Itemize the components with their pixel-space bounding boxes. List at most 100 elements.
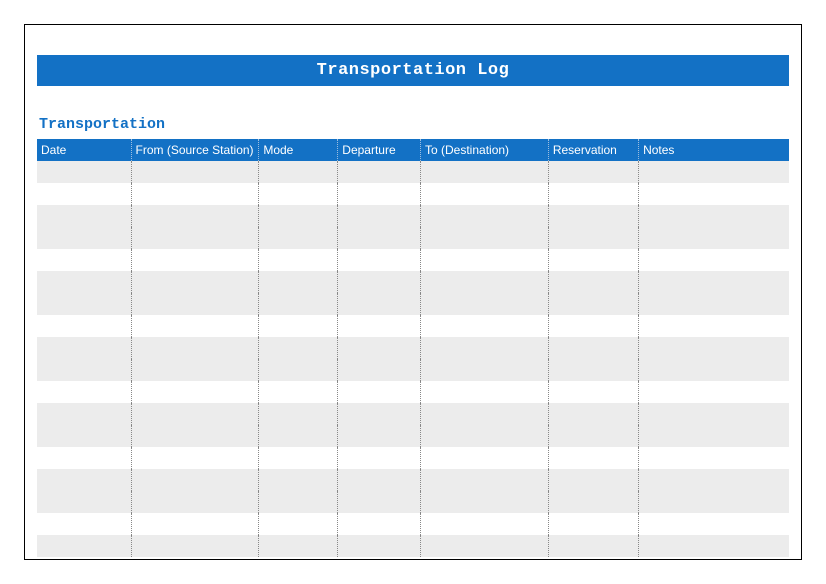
- table-cell[interactable]: [259, 183, 338, 205]
- table-cell[interactable]: [548, 161, 638, 183]
- table-cell[interactable]: [259, 425, 338, 447]
- table-cell[interactable]: [259, 293, 338, 315]
- table-cell[interactable]: [338, 513, 421, 535]
- table-cell[interactable]: [338, 337, 421, 359]
- table-cell[interactable]: [548, 183, 638, 205]
- table-cell[interactable]: [639, 337, 789, 359]
- table-cell[interactable]: [421, 315, 549, 337]
- table-cell[interactable]: [421, 161, 549, 183]
- table-cell[interactable]: [421, 513, 549, 535]
- table-cell[interactable]: [639, 469, 789, 491]
- table-cell[interactable]: [639, 315, 789, 337]
- table-cell[interactable]: [37, 359, 131, 381]
- table-cell[interactable]: [639, 425, 789, 447]
- table-cell[interactable]: [421, 293, 549, 315]
- table-cell[interactable]: [548, 293, 638, 315]
- table-cell[interactable]: [421, 535, 549, 557]
- table-cell[interactable]: [131, 183, 259, 205]
- table-cell[interactable]: [37, 513, 131, 535]
- table-cell[interactable]: [639, 403, 789, 425]
- table-cell[interactable]: [421, 227, 549, 249]
- table-cell[interactable]: [639, 293, 789, 315]
- table-cell[interactable]: [421, 337, 549, 359]
- table-cell[interactable]: [548, 271, 638, 293]
- table-cell[interactable]: [548, 425, 638, 447]
- table-cell[interactable]: [131, 337, 259, 359]
- table-cell[interactable]: [639, 513, 789, 535]
- table-cell[interactable]: [548, 535, 638, 557]
- table-cell[interactable]: [338, 469, 421, 491]
- table-cell[interactable]: [421, 469, 549, 491]
- table-cell[interactable]: [548, 249, 638, 271]
- table-cell[interactable]: [131, 469, 259, 491]
- table-cell[interactable]: [37, 337, 131, 359]
- table-cell[interactable]: [338, 205, 421, 227]
- table-cell[interactable]: [421, 403, 549, 425]
- table-cell[interactable]: [338, 271, 421, 293]
- table-cell[interactable]: [131, 381, 259, 403]
- table-cell[interactable]: [131, 425, 259, 447]
- table-cell[interactable]: [131, 161, 259, 183]
- table-cell[interactable]: [37, 447, 131, 469]
- table-cell[interactable]: [639, 447, 789, 469]
- table-cell[interactable]: [338, 315, 421, 337]
- table-cell[interactable]: [548, 381, 638, 403]
- table-cell[interactable]: [131, 227, 259, 249]
- table-cell[interactable]: [259, 249, 338, 271]
- table-cell[interactable]: [259, 315, 338, 337]
- table-cell[interactable]: [338, 161, 421, 183]
- table-cell[interactable]: [131, 315, 259, 337]
- table-cell[interactable]: [259, 359, 338, 381]
- table-cell[interactable]: [639, 249, 789, 271]
- table-cell[interactable]: [131, 293, 259, 315]
- table-cell[interactable]: [37, 403, 131, 425]
- table-cell[interactable]: [37, 227, 131, 249]
- table-cell[interactable]: [259, 337, 338, 359]
- table-cell[interactable]: [338, 249, 421, 271]
- table-cell[interactable]: [37, 161, 131, 183]
- table-cell[interactable]: [338, 403, 421, 425]
- table-cell[interactable]: [131, 205, 259, 227]
- table-cell[interactable]: [639, 359, 789, 381]
- table-cell[interactable]: [338, 293, 421, 315]
- table-cell[interactable]: [639, 227, 789, 249]
- table-cell[interactable]: [338, 227, 421, 249]
- table-cell[interactable]: [548, 227, 638, 249]
- table-cell[interactable]: [37, 315, 131, 337]
- table-cell[interactable]: [131, 403, 259, 425]
- table-cell[interactable]: [548, 337, 638, 359]
- table-cell[interactable]: [259, 161, 338, 183]
- table-cell[interactable]: [131, 535, 259, 557]
- table-cell[interactable]: [131, 271, 259, 293]
- table-cell[interactable]: [259, 447, 338, 469]
- table-cell[interactable]: [338, 447, 421, 469]
- table-cell[interactable]: [37, 535, 131, 557]
- table-cell[interactable]: [37, 381, 131, 403]
- table-cell[interactable]: [259, 535, 338, 557]
- table-cell[interactable]: [421, 447, 549, 469]
- table-cell[interactable]: [259, 469, 338, 491]
- table-cell[interactable]: [421, 359, 549, 381]
- table-cell[interactable]: [548, 315, 638, 337]
- table-cell[interactable]: [421, 271, 549, 293]
- table-cell[interactable]: [259, 205, 338, 227]
- table-cell[interactable]: [259, 513, 338, 535]
- table-cell[interactable]: [421, 491, 549, 513]
- table-cell[interactable]: [639, 535, 789, 557]
- table-cell[interactable]: [421, 381, 549, 403]
- table-cell[interactable]: [131, 513, 259, 535]
- table-cell[interactable]: [639, 381, 789, 403]
- table-cell[interactable]: [259, 227, 338, 249]
- table-cell[interactable]: [548, 469, 638, 491]
- table-cell[interactable]: [259, 381, 338, 403]
- table-cell[interactable]: [639, 491, 789, 513]
- table-cell[interactable]: [639, 183, 789, 205]
- table-cell[interactable]: [131, 491, 259, 513]
- table-cell[interactable]: [338, 425, 421, 447]
- table-cell[interactable]: [338, 183, 421, 205]
- table-cell[interactable]: [37, 271, 131, 293]
- table-cell[interactable]: [37, 205, 131, 227]
- table-cell[interactable]: [131, 447, 259, 469]
- table-cell[interactable]: [548, 403, 638, 425]
- table-cell[interactable]: [37, 183, 131, 205]
